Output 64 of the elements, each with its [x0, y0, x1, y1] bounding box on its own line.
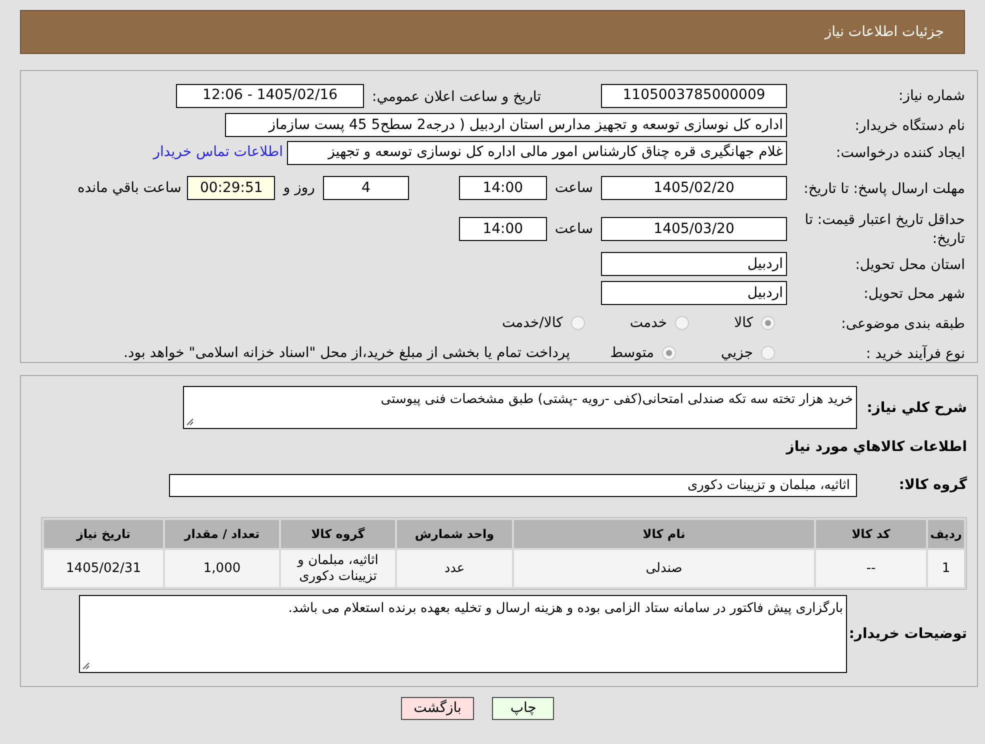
field-label: استان محل تحویل:	[855, 256, 965, 272]
field-label: نوع فرآیند خرید :	[866, 346, 965, 362]
table-cell: --	[816, 550, 926, 587]
field-label: ساعت باقي مانده	[78, 178, 182, 198]
column-header: نام کالا	[514, 520, 814, 548]
description-textarea[interactable]: خرید هزار تخته سه تکه صندلی امتحانی(کفی -رویه -پشتی) طبق مشخصات فنی پیوستی	[183, 386, 857, 429]
text-field[interactable]: اداره کل نوسازی توسعه و تجهیز مدارس استان اردبیل ( درجه2 سطح5 45 پست سازماز	[225, 113, 787, 137]
radio-button[interactable]	[662, 346, 676, 360]
field-label: طبقه بندی موضوعی:	[841, 316, 965, 332]
field-label: گروه کالا:	[898, 475, 967, 495]
radio-label: متوسط	[610, 344, 654, 362]
column-header: ردیف	[928, 520, 964, 548]
column-header: واحد شمارش	[397, 520, 512, 548]
page-title: جزئیات اطلاعات نیاز	[824, 22, 944, 42]
table-cell: اثاثیه، مبلمان و تزیینات دکوری	[281, 550, 395, 587]
text-field[interactable]: 14:00	[458, 217, 547, 241]
table-cell: 1405/02/31	[44, 550, 163, 587]
field-label: نام دستگاه خریدار:	[854, 118, 965, 134]
table-cell: صندلی	[514, 550, 814, 587]
buyer-contact-link[interactable]: اطلاعات تماس خریدار	[153, 142, 283, 163]
column-header: تعداد / مقدار	[165, 520, 279, 548]
column-header: گروه کالا	[281, 520, 395, 548]
text-field[interactable]: اردبیل	[601, 252, 787, 276]
field-label: تاريخ و ساعت اعلان عمومي:	[372, 88, 541, 104]
text-field[interactable]: اردبیل	[601, 281, 787, 305]
goods-group-field[interactable]: اثاثیه، مبلمان و تزیینات دکوری	[169, 474, 857, 497]
column-header: تاریخ نیاز	[44, 520, 163, 548]
radio-label: کالا/خدمت	[502, 314, 563, 332]
section-heading: اطلاعات کالاهاي مورد نياز	[784, 438, 967, 457]
payment-note: پرداخت تمام یا بخشی از مبلغ خرید،از محل "اسناد خزانه اسلامی" خواهد بود.	[124, 344, 570, 362]
column-header: کد کالا	[816, 520, 926, 548]
table-cell: 1	[928, 550, 964, 587]
text-field[interactable]: 1405/03/20	[601, 217, 787, 241]
text-field[interactable]: 1105003785000009	[601, 84, 787, 108]
radio-label: کالا	[734, 314, 753, 332]
field-label: مهلت ارسال پاسخ: تا تاریخ:	[804, 180, 965, 196]
field-label: روز و	[283, 178, 315, 198]
radio-label: جزيي	[721, 344, 753, 362]
print-button[interactable]: چاپ	[492, 697, 554, 720]
field-label: شرح کلي نياز:	[866, 399, 967, 418]
resize-handle-icon[interactable]	[82, 662, 90, 670]
field-label: ساعت	[554, 178, 593, 198]
text-field[interactable]: 1405/02/20	[601, 176, 787, 200]
radio-button[interactable]	[570, 316, 585, 330]
text-field[interactable]: 1405/02/16 - 12:06	[176, 84, 364, 108]
field-label: حداقل تاریخ اعتبار قیمت: تا تاریخ:	[804, 212, 965, 247]
radio-button[interactable]	[761, 346, 775, 360]
table-cell: عدد	[397, 550, 512, 587]
field-label: ایجاد کننده درخواست:	[836, 145, 965, 161]
table-cell: 1,000	[165, 550, 279, 587]
back-button[interactable]: بازگشت	[400, 697, 474, 720]
buyer-notes-textarea[interactable]: بارگزاری پیش فاکتور در سامانه ستاد الزامی بوده و هزینه ارسال و تخلیه بعهده برنده استعلام می باشد.	[79, 595, 847, 673]
field-label: ساعت	[554, 220, 593, 238]
field-label: شهر محل تحویل:	[864, 286, 965, 302]
countdown-field[interactable]: 00:29:51	[187, 176, 276, 200]
radio-button[interactable]	[761, 316, 775, 330]
field-label: شماره نیاز:	[898, 88, 965, 104]
resize-handle-icon[interactable]	[186, 418, 194, 426]
text-field[interactable]: 4	[322, 176, 409, 200]
radio-label: خدمت	[630, 314, 668, 332]
radio-button[interactable]	[675, 316, 690, 330]
text-field[interactable]: غلام جهانگیری قره چناق کارشناس امور مالی اداره کل نوسازی توسعه و تجهیز	[287, 140, 787, 164]
text-field[interactable]: 14:00	[458, 176, 547, 200]
field-label: توضیحات خریدار:	[848, 624, 967, 644]
